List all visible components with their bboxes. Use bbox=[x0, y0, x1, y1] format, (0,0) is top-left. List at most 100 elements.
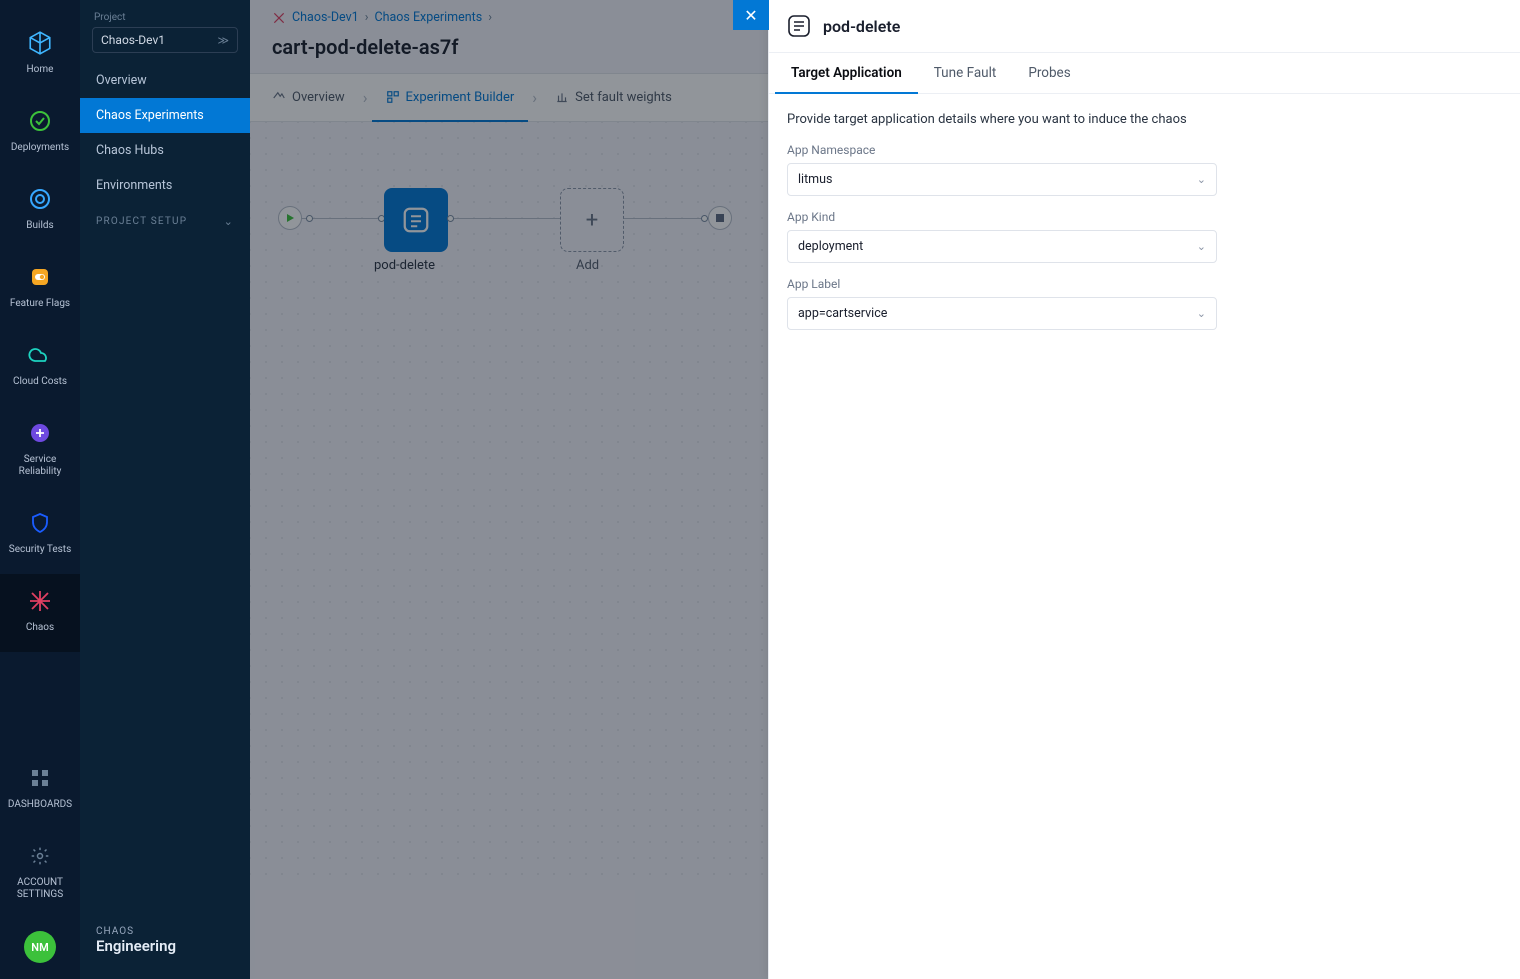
rail-dashboards[interactable]: DASHBOARDS bbox=[0, 751, 80, 829]
field-label: App Kind bbox=[787, 210, 1502, 224]
builds-icon bbox=[25, 184, 55, 214]
connector-line bbox=[290, 218, 730, 219]
rail-label: Home bbox=[27, 64, 54, 76]
tab-overview-label: Overview bbox=[292, 90, 345, 105]
sidebar-item-chaos-hubs[interactable]: Chaos Hubs bbox=[80, 133, 250, 168]
flag-icon bbox=[25, 262, 55, 292]
sidebar-item-environments[interactable]: Environments bbox=[80, 168, 250, 203]
app-namespace-select[interactable]: litmus ⌄ bbox=[787, 163, 1217, 196]
shield-icon bbox=[25, 508, 55, 538]
footer-main: Engineering bbox=[96, 937, 234, 955]
left-icon-rail: Home Deployments Builds Feature Flags Cl… bbox=[0, 0, 80, 979]
field-app-namespace: App Namespace litmus ⌄ bbox=[787, 143, 1502, 196]
connector-dot bbox=[306, 215, 313, 222]
gear-icon bbox=[25, 841, 55, 871]
crumb-chaos-experiments[interactable]: Chaos Experiments bbox=[374, 10, 482, 25]
close-icon: ✕ bbox=[744, 6, 757, 25]
chevron-right-icon: › bbox=[359, 74, 372, 121]
project-label: Project bbox=[80, 10, 250, 27]
panel-title: pod-delete bbox=[823, 17, 900, 36]
panel-body: Provide target application details where… bbox=[769, 94, 1520, 362]
dashboards-icon bbox=[25, 763, 55, 793]
field-value: litmus bbox=[798, 172, 832, 187]
panel-tab-probes[interactable]: Probes bbox=[1012, 53, 1086, 93]
deployments-icon bbox=[25, 106, 55, 136]
main-area: Chaos-Dev1 › Chaos Experiments › cart-po… bbox=[250, 0, 1520, 979]
chevron-right-icon: › bbox=[528, 74, 541, 121]
home-icon bbox=[25, 28, 55, 58]
sidebar-item-chaos-experiments[interactable]: Chaos Experiments bbox=[80, 98, 250, 133]
field-app-label: App Label app=cartservice ⌄ bbox=[787, 277, 1502, 330]
cloud-icon bbox=[25, 340, 55, 370]
field-label: App Label bbox=[787, 277, 1502, 291]
user-avatar[interactable]: NM bbox=[24, 931, 56, 963]
add-node[interactable]: + bbox=[560, 188, 624, 252]
crumb-chaos-dev1[interactable]: Chaos-Dev1 bbox=[292, 10, 359, 25]
end-node[interactable] bbox=[708, 206, 732, 230]
builder-icon bbox=[386, 90, 400, 104]
rail-label: Builds bbox=[26, 220, 53, 232]
close-panel-button[interactable]: ✕ bbox=[733, 0, 769, 30]
tab-set-fault-weights[interactable]: Set fault weights bbox=[541, 74, 686, 121]
rail-chaos[interactable]: Chaos bbox=[0, 574, 80, 652]
panel-description: Provide target application details where… bbox=[787, 112, 1502, 127]
panel-tabs: Target Application Tune Fault Probes bbox=[769, 53, 1520, 94]
app-label-select[interactable]: app=cartservice ⌄ bbox=[787, 297, 1217, 330]
rail-label: Deployments bbox=[11, 142, 69, 154]
rail-label: Feature Flags bbox=[10, 298, 70, 310]
node-pod-delete[interactable] bbox=[384, 188, 448, 252]
tab-builder-label: Experiment Builder bbox=[406, 90, 515, 105]
side-nav: Project Chaos-Dev1 ≫ Overview Chaos Expe… bbox=[80, 0, 250, 979]
fault-config-panel: ✕ pod-delete Target Application Tune Fau… bbox=[768, 0, 1520, 979]
project-selector[interactable]: Chaos-Dev1 ≫ bbox=[92, 27, 238, 53]
chaos-small-icon bbox=[272, 11, 286, 25]
panel-header: pod-delete bbox=[769, 0, 1520, 53]
field-app-kind: App Kind deployment ⌄ bbox=[787, 210, 1502, 263]
rail-label: Cloud Costs bbox=[13, 376, 67, 388]
chevron-down-icon: ⌄ bbox=[1197, 173, 1206, 186]
project-name: Chaos-Dev1 bbox=[101, 33, 165, 47]
sidebar-footer: CHAOS Engineering bbox=[80, 912, 250, 979]
add-node-label: Add bbox=[576, 258, 599, 273]
rail-cloud-costs[interactable]: Cloud Costs bbox=[0, 328, 80, 406]
footer-sub: CHAOS bbox=[96, 926, 234, 937]
sidebar-item-overview[interactable]: Overview bbox=[80, 63, 250, 98]
app-kind-select[interactable]: deployment ⌄ bbox=[787, 230, 1217, 263]
project-setup-label: PROJECT SETUP bbox=[96, 216, 187, 227]
rail-label: Chaos bbox=[26, 622, 54, 634]
field-value: app=cartservice bbox=[798, 306, 887, 321]
project-setup-header[interactable]: PROJECT SETUP ⌄ bbox=[80, 203, 250, 240]
node-pod-delete-label: pod-delete bbox=[374, 258, 435, 273]
panel-tab-target-application[interactable]: Target Application bbox=[775, 53, 918, 94]
tab-overview[interactable]: Overview bbox=[258, 74, 359, 121]
field-label: App Namespace bbox=[787, 143, 1502, 157]
field-value: deployment bbox=[798, 239, 863, 254]
chevron-right-icon: › bbox=[488, 10, 492, 25]
overview-icon bbox=[272, 91, 286, 105]
connector-dot bbox=[701, 215, 708, 222]
reliability-icon bbox=[25, 418, 55, 448]
panel-tab-tune-fault[interactable]: Tune Fault bbox=[918, 53, 1013, 93]
connector-dot bbox=[447, 215, 454, 222]
weights-icon bbox=[555, 91, 569, 105]
rail-label: ACCOUNT SETTINGS bbox=[4, 877, 76, 901]
tab-weights-label: Set fault weights bbox=[575, 90, 672, 105]
chevron-down-icon: ⌄ bbox=[1197, 240, 1206, 253]
rail-feature-flags[interactable]: Feature Flags bbox=[0, 250, 80, 328]
rail-builds[interactable]: Builds bbox=[0, 172, 80, 250]
rail-home[interactable]: Home bbox=[0, 16, 80, 94]
rail-label: DASHBOARDS bbox=[8, 799, 72, 811]
chevron-right-icon: › bbox=[365, 10, 369, 25]
rail-deployments[interactable]: Deployments bbox=[0, 94, 80, 172]
rail-security-tests[interactable]: Security Tests bbox=[0, 496, 80, 574]
pod-delete-icon bbox=[787, 14, 811, 38]
tab-experiment-builder[interactable]: Experiment Builder bbox=[372, 74, 529, 122]
chaos-icon bbox=[25, 586, 55, 616]
start-node[interactable] bbox=[278, 206, 302, 230]
rail-label: Security Tests bbox=[9, 544, 71, 556]
chevron-down-icon: ⌄ bbox=[1197, 307, 1206, 320]
chevron-right-icon: ≫ bbox=[217, 34, 229, 47]
rail-account-settings[interactable]: ACCOUNT SETTINGS bbox=[0, 829, 80, 919]
rail-label: Service Reliability bbox=[4, 454, 76, 478]
rail-service-reliability[interactable]: Service Reliability bbox=[0, 406, 80, 496]
